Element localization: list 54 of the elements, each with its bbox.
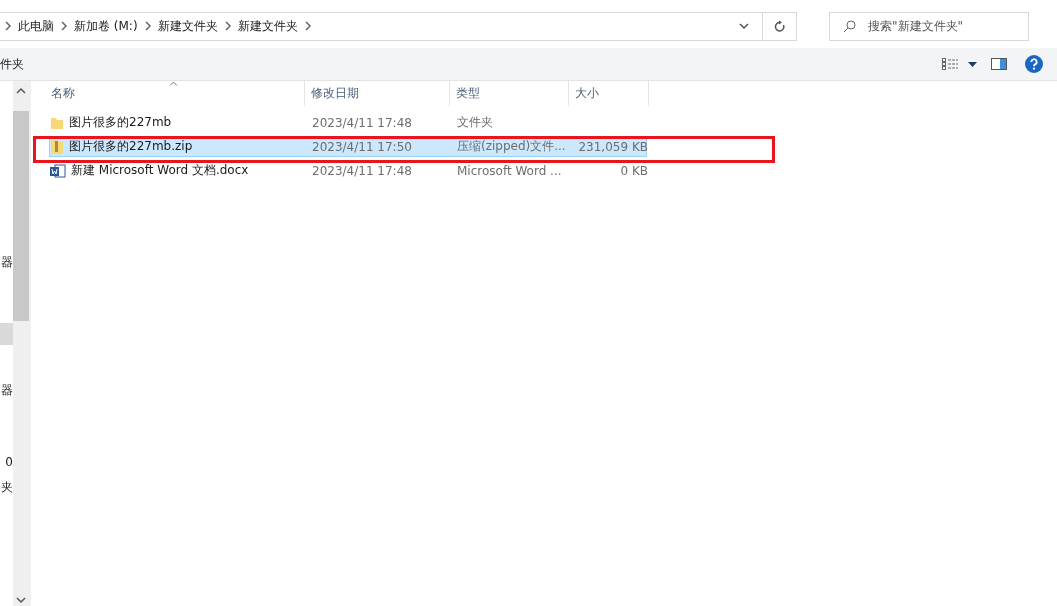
size-cell-text: 0 KB [619,163,649,178]
modified-cell-text: 2023/4/11 17:48 [311,115,413,130]
file-name: 新建 Microsoft Word 文档.docx [71,162,249,179]
file-row[interactable]: 图片很多的227mb 2023/4/11 17:48 文件夹 [49,112,647,133]
refresh-icon [773,19,786,33]
column-header[interactable]: 大小 [569,81,649,106]
chevron-icon [4,21,12,31]
modified-cell-text: 2023/4/11 17:48 [311,163,413,178]
details-view-icon [942,58,958,70]
search-icon [843,19,856,33]
chevron-icon [303,21,312,31]
view-options-button[interactable] [942,58,977,70]
type-cell-text: 文件夹 [456,114,494,131]
search-field[interactable]: 搜索"新建文件夹" [829,11,1029,41]
chevron-icon [143,21,152,31]
column-label: 名称 [51,85,75,102]
address-bar[interactable]: 此电脑 新加卷 (M:) 新建文件夹 新建文件夹 [0,11,797,41]
column-label: 修改日期 [311,85,359,102]
scroll-up-icon [16,87,26,94]
help-button[interactable] [1025,55,1043,73]
nav-item[interactable]: 0 [0,451,13,473]
preview-pane-icon [991,58,1007,70]
scrollbar[interactable] [13,81,29,606]
caret-icon [968,61,977,67]
breadcrumb[interactable]: 新建文件夹 [237,17,298,35]
folder-icon [50,115,64,130]
breadcrumb[interactable]: 新建文件夹 [157,17,218,35]
column-header[interactable]: 名称 [45,81,305,106]
help-icon [1025,55,1043,73]
column-header[interactable]: 修改日期 [305,81,450,106]
size-cell-text: 231,059 KB [577,139,649,154]
nav-item[interactable]: 夹 [0,476,13,498]
chevron-icon [223,21,232,31]
modified-cell-text: 2023/4/11 17:50 [311,139,413,154]
nav-item[interactable]: 器 [0,251,13,273]
file-name: 图片很多的227mb [69,114,172,131]
column-label: 大小 [575,85,599,102]
column-label: 类型 [456,85,480,102]
caret-icon [739,23,749,29]
nav-item[interactable]: 器 [0,379,13,401]
zip-folder-icon [50,138,64,155]
type-cell-text: 压缩(zipped)文件... [456,138,567,155]
type-cell-text: Microsoft Word ... [456,163,563,178]
file-row[interactable]: 新建 Microsoft Word 文档.docx 2023/4/11 17:48 Microsoft Word ... 0 KB [49,160,647,181]
chevron-icon [60,21,68,31]
file-name: 图片很多的227mb.zip [69,138,193,155]
breadcrumb[interactable]: 新加卷 (M:) [74,17,138,35]
breadcrumb[interactable]: 此电脑 [18,17,54,35]
preview-pane-button[interactable] [991,58,1007,70]
ribbon-label: 件夹 [0,55,24,73]
column-header[interactable]: 类型 [450,81,569,106]
scroll-down-icon [16,597,26,604]
scrollbar-thumb[interactable] [13,110,29,321]
word-document-icon [50,163,66,178]
